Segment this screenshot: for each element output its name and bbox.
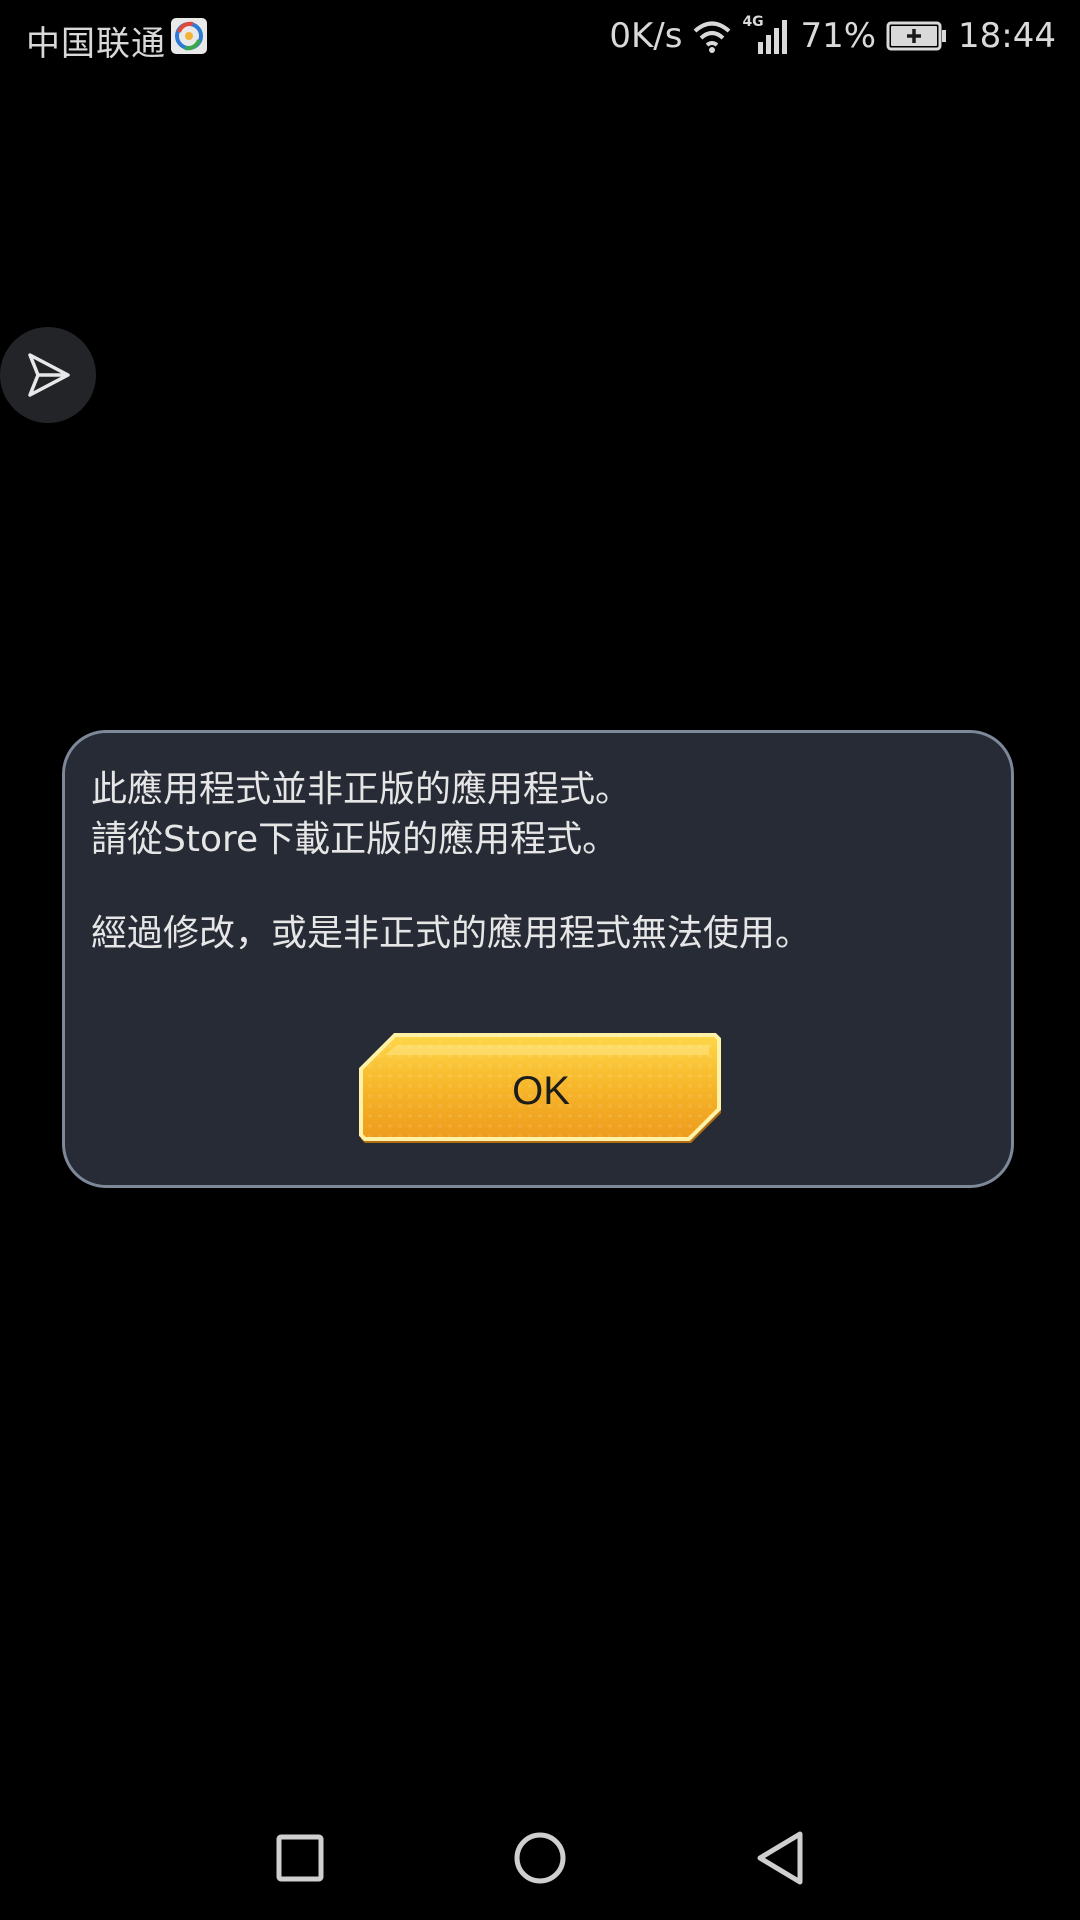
- net-speed: 0K/s: [609, 16, 683, 56]
- clock: 18:44: [958, 16, 1056, 56]
- carrier-name: 中国联通: [26, 24, 166, 64]
- battery-icon: [886, 21, 948, 51]
- dialog-message-line-2: 請從Store下載正版的應用程式。: [91, 819, 619, 860]
- error-dialog: 此應用程式並非正版的應用程式。 請從Store下載正版的應用程式。 經過修改，或…: [62, 730, 1014, 1188]
- signal-icon: 4G: [742, 14, 790, 56]
- battery-percent: 71%: [800, 16, 877, 56]
- home-circle-icon: [514, 1832, 566, 1884]
- dialog-message-line-1: 此應用程式並非正版的應用程式。: [91, 769, 632, 810]
- recents-square-icon: [276, 1834, 324, 1882]
- recents-button[interactable]: [250, 1808, 350, 1908]
- ok-button[interactable]: OK: [355, 1031, 727, 1151]
- navigation-bar: [0, 1800, 1080, 1920]
- status-right-group: 0K/s 4G 71% 18:44: [609, 14, 1056, 56]
- back-triangle-icon: [757, 1831, 803, 1885]
- screen: 中国联通 0K/s 4G 71% 18:44 此應用程式並非正版的應用程式。 請…: [0, 0, 1080, 1920]
- status-bar: 中国联通 0K/s 4G 71% 18:44: [0, 0, 1080, 76]
- carrier-app-icon: [171, 18, 207, 54]
- back-button[interactable]: [730, 1808, 830, 1908]
- wifi-icon: [692, 19, 732, 53]
- home-button[interactable]: [490, 1808, 590, 1908]
- ok-button-label: OK: [512, 1069, 570, 1113]
- dialog-message-line-3: 經過修改，或是非正式的應用程式無法使用。: [91, 913, 812, 954]
- floating-assist-button[interactable]: [0, 327, 96, 423]
- send-arrow-icon: [28, 353, 70, 397]
